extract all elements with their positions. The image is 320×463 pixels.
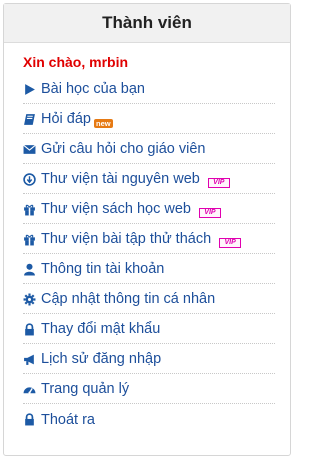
menu-item-logout[interactable]: Thoát ra bbox=[23, 404, 275, 434]
lock-icon bbox=[23, 413, 36, 427]
menu-item-login-history[interactable]: Lịch sử đăng nhập bbox=[23, 344, 275, 374]
menu-item-web-books[interactable]: Thư viện sách học web VIP bbox=[23, 194, 275, 224]
menu-item-label: Hỏi đáp bbox=[41, 111, 91, 127]
bullhorn-icon bbox=[23, 352, 36, 366]
menu-item-label: Gửi câu hỏi cho giáo viên bbox=[41, 141, 206, 157]
menu-item-label: Trang quản lý bbox=[41, 381, 130, 397]
menu-item-challenges[interactable]: Thư viện bài tập thử thách VIP bbox=[23, 224, 275, 254]
member-menu: Bài học của bạn Hỏi đáp new Gửi câu hỏi … bbox=[23, 74, 275, 434]
menu-item-web-resources[interactable]: Thư viện tài nguyên web VIP bbox=[23, 164, 275, 194]
panel-title: Thành viên bbox=[102, 13, 192, 32]
gear-icon bbox=[23, 292, 36, 306]
menu-item-label: Thoát ra bbox=[41, 411, 95, 428]
menu-item-account-info[interactable]: Thông tin tài khoản bbox=[23, 254, 275, 284]
vip-badge: VIP bbox=[219, 238, 242, 248]
user-icon bbox=[23, 262, 36, 276]
menu-item-admin[interactable]: Trang quản lý bbox=[23, 374, 275, 404]
menu-item-label: Thư viện tài nguyên web bbox=[41, 171, 200, 187]
lock-icon bbox=[23, 322, 36, 336]
menu-item-update-profile[interactable]: Cập nhật thông tin cá nhân bbox=[23, 284, 275, 314]
vip-badge: VIP bbox=[207, 178, 230, 188]
vip-badge: VIP bbox=[198, 208, 221, 218]
menu-item-label: Thông tin tài khoản bbox=[41, 261, 165, 277]
new-badge: new bbox=[93, 119, 113, 128]
menu-item-label: Cập nhật thông tin cá nhân bbox=[41, 291, 216, 307]
menu-item-qa[interactable]: Hỏi đáp new bbox=[23, 104, 275, 134]
menu-item-label: Thư viện sách học web bbox=[41, 201, 191, 217]
panel-header: Thành viên bbox=[4, 4, 290, 43]
menu-item-label: Thư viện bài tập thử thách bbox=[41, 231, 212, 247]
download-icon bbox=[23, 172, 36, 186]
menu-item-label: Thay đổi mật khẩu bbox=[41, 321, 161, 337]
menu-item-change-password[interactable]: Thay đổi mật khẩu bbox=[23, 314, 275, 344]
envelope-icon bbox=[23, 142, 36, 156]
menu-item-label: Bài học của bạn bbox=[41, 81, 145, 97]
play-icon bbox=[23, 82, 36, 96]
menu-item-ask-teacher[interactable]: Gửi câu hỏi cho giáo viên bbox=[23, 134, 275, 164]
menu-item-label: Lịch sử đăng nhập bbox=[41, 351, 162, 367]
greeting-text: Xin chào, mrbin bbox=[23, 54, 129, 70]
book-icon bbox=[23, 112, 36, 126]
member-panel: Thành viên Xin chào, mrbin Bài học của b… bbox=[3, 3, 291, 456]
menu-item-my-lessons[interactable]: Bài học của bạn bbox=[23, 74, 275, 104]
dashboard-icon bbox=[23, 382, 36, 396]
gift-icon bbox=[23, 232, 36, 246]
gift-icon bbox=[23, 202, 36, 216]
